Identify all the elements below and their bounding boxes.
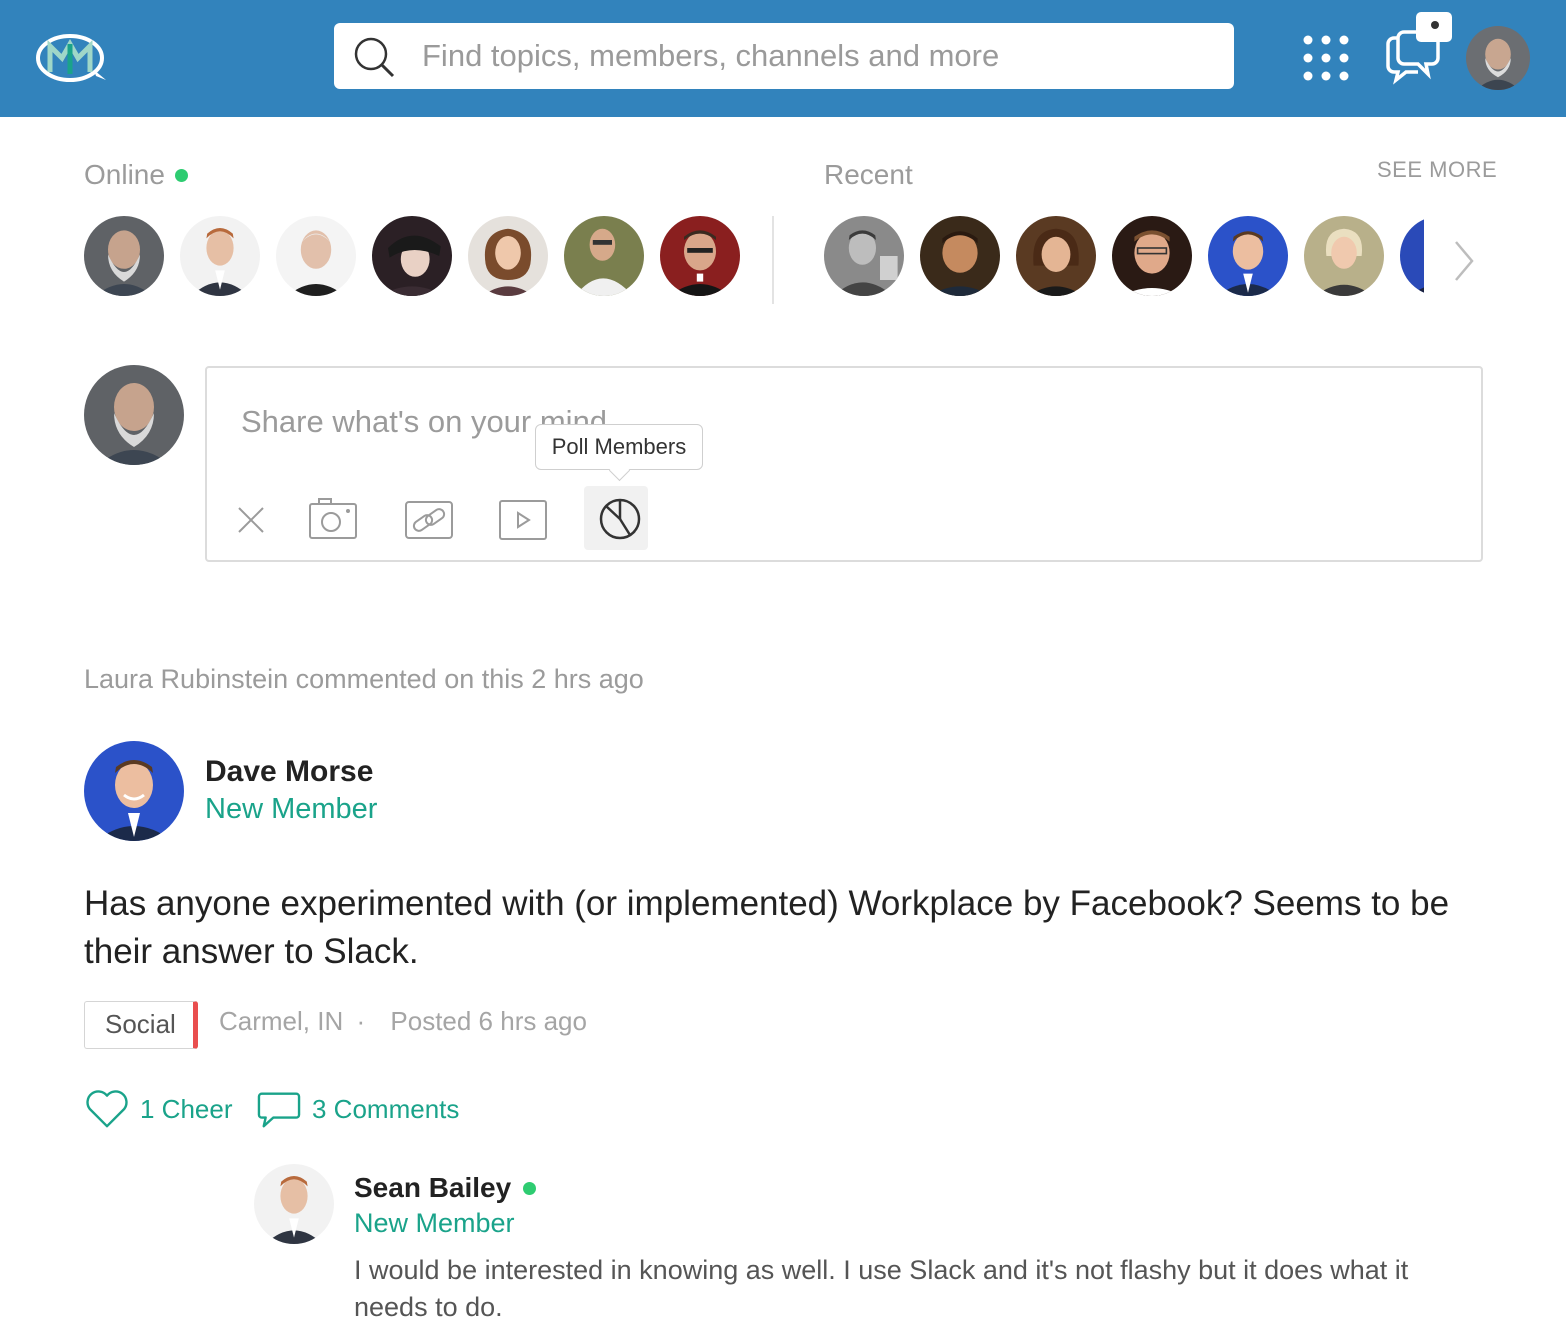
online-label: Online [84, 159, 165, 190]
comment-bubble-icon [257, 1092, 301, 1128]
app-logo[interactable] [36, 30, 108, 84]
user-avatar[interactable] [1466, 26, 1530, 90]
close-icon [238, 507, 264, 533]
video-icon [499, 500, 547, 540]
online-member-avatar[interactable] [564, 216, 644, 296]
online-member-avatar[interactable] [660, 216, 740, 296]
comment-body: I would be interested in knowing as well… [354, 1255, 1409, 1322]
add-photo-button[interactable] [301, 488, 365, 552]
close-composer-button[interactable] [219, 488, 283, 552]
recent-member-avatar[interactable] [824, 216, 904, 296]
recent-member-avatar[interactable] [1400, 216, 1424, 296]
online-member-avatar[interactable] [276, 216, 356, 296]
messages-button[interactable] [1382, 10, 1454, 86]
online-status-dot [523, 1181, 537, 1195]
comment-author-name[interactable]: Sean Bailey [354, 1172, 511, 1204]
comments-button[interactable]: 3 Comments [256, 1088, 459, 1130]
top-bar [0, 0, 1566, 117]
recent-member-avatar[interactable] [1112, 216, 1192, 296]
post-timestamp: Posted 6 hrs ago [390, 1006, 587, 1036]
post-author-name[interactable]: Dave Morse [205, 755, 373, 789]
post-location: Carmel, IN [219, 1006, 344, 1036]
post-meta: Carmel, IN · Posted 6 hrs ago [219, 1006, 587, 1037]
apps-grid-button[interactable] [1302, 34, 1350, 82]
online-member-avatar[interactable] [84, 216, 164, 296]
poll-members-button[interactable] [584, 486, 648, 550]
add-link-button[interactable] [397, 488, 461, 552]
post-composer[interactable]: Share what's on your mind Poll Members [205, 366, 1483, 562]
see-more-link[interactable]: SEE MORE [1377, 157, 1497, 183]
heart-icon [86, 1090, 128, 1128]
post-author-avatar[interactable] [84, 741, 184, 841]
cheer-count[interactable]: 1 Cheer [140, 1094, 233, 1125]
topic-tag[interactable]: Social [84, 1001, 198, 1049]
search-input[interactable] [422, 31, 1212, 81]
link-icon [405, 501, 453, 539]
comment-author-role: New Member [354, 1208, 515, 1238]
apps-grid-icon [1303, 35, 1349, 81]
online-status-dot [175, 169, 188, 182]
chat-bubbles-icon [1386, 12, 1452, 85]
search-bar [334, 23, 1234, 89]
online-recent-divider [772, 216, 774, 304]
recent-next-button[interactable] [1448, 238, 1478, 284]
recent-member-avatar[interactable] [1208, 216, 1288, 296]
comment-author: Sean Bailey [354, 1172, 537, 1204]
post-body: Has anyone experimented with (or impleme… [84, 884, 1450, 971]
meta-separator: · [356, 1006, 366, 1036]
camera-icon [309, 498, 357, 539]
add-video-button[interactable] [491, 488, 555, 552]
comment-author-avatar[interactable] [254, 1164, 334, 1244]
recent-label: Recent [824, 159, 913, 190]
recent-member-avatar[interactable] [920, 216, 1000, 296]
composer-avatar [84, 365, 184, 465]
search-icon [352, 35, 396, 79]
chevron-right-icon [1455, 241, 1474, 281]
comment-count[interactable]: 3 Comments [312, 1094, 459, 1125]
online-member-avatar[interactable] [180, 216, 260, 296]
cheer-button[interactable]: 1 Cheer [84, 1088, 233, 1130]
post-author-role: New Member [205, 793, 378, 825]
online-member-avatar[interactable] [468, 216, 548, 296]
recent-member-avatar[interactable] [1304, 216, 1384, 296]
poll-members-tooltip: Poll Members [535, 424, 703, 470]
activity-line: Laura Rubinstein commented on this 2 hrs… [84, 664, 644, 694]
recent-member-avatar[interactable] [1016, 216, 1096, 296]
recent-members-list [822, 210, 1424, 306]
online-member-avatar[interactable] [372, 216, 452, 296]
poll-icon [599, 498, 641, 540]
